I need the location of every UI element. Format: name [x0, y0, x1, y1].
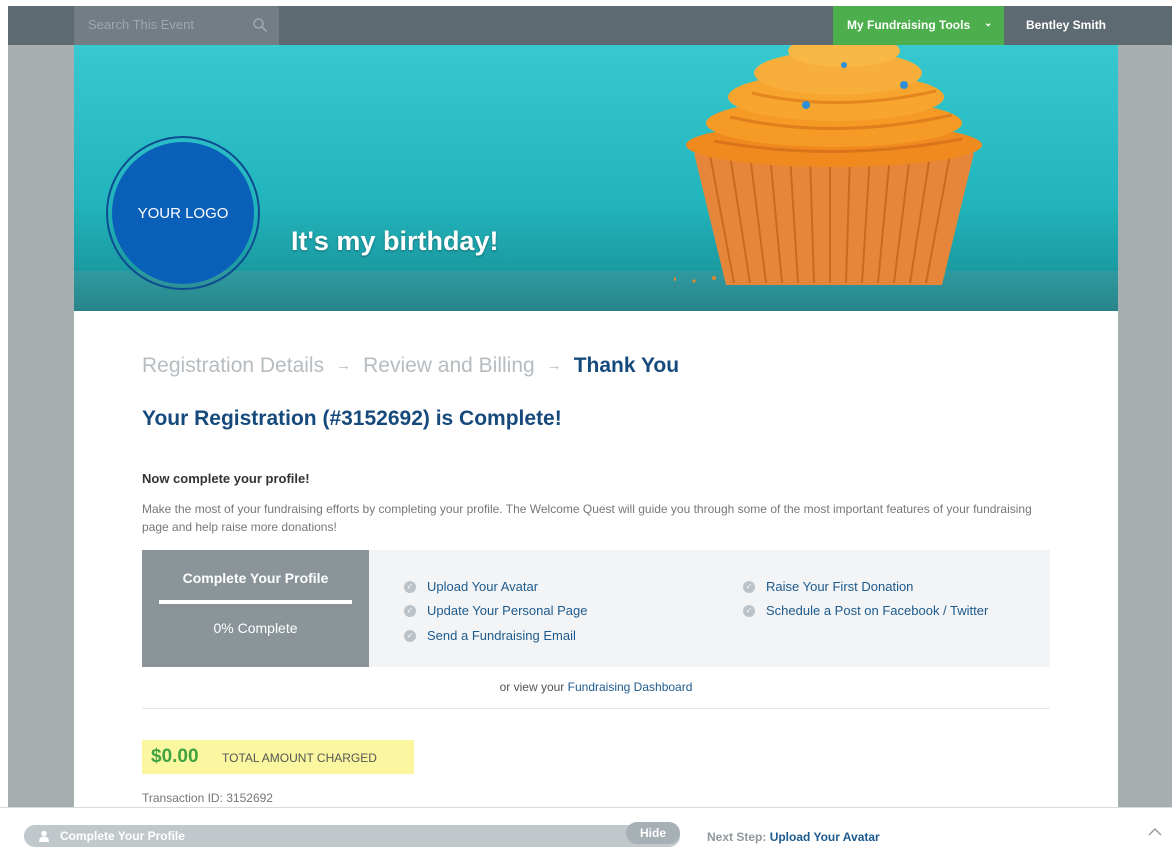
- search-icon[interactable]: [252, 17, 268, 33]
- event-logo: YOUR LOGO: [112, 142, 254, 284]
- event-title: It's my birthday!: [291, 226, 499, 256]
- task-update-personal-page[interactable]: ✓ Update Your Personal Page: [404, 603, 587, 618]
- profile-heading: Now complete your profile!: [142, 471, 310, 486]
- main-content: YOUR LOGO It's my birthday! Registration…: [74, 45, 1118, 857]
- step-thank-you: Thank You: [573, 354, 680, 377]
- task-label: Upload Your Avatar: [427, 579, 539, 594]
- step-registration-details: Registration Details: [142, 354, 325, 377]
- next-step: Next Step: Upload Your Avatar: [707, 830, 880, 844]
- quest-title: Complete Your Profile: [182, 570, 329, 586]
- dashboard-prefix: or view your: [499, 680, 565, 694]
- task-upload-avatar[interactable]: ✓ Upload Your Avatar: [404, 579, 538, 594]
- task-label: Send a Fundraising Email: [427, 628, 576, 643]
- tools-label: My Fundraising Tools: [847, 18, 971, 32]
- profile-description: Make the most of your fundraising effort…: [142, 502, 1032, 534]
- complete-profile-pill[interactable]: Complete Your Profile: [24, 825, 680, 847]
- dashboard-link-line: or view your Fundraising Dashboard: [74, 680, 1118, 694]
- total-label: TOTAL AMOUNT CHARGED: [222, 751, 377, 765]
- registration-steps: Registration Details → Review and Billing →…: [142, 354, 679, 378]
- quest-progress-label: 0% Complete: [213, 620, 298, 636]
- section-divider: [142, 708, 1050, 709]
- quest-progress-bar: [159, 600, 352, 604]
- quest-progress-card[interactable]: Complete Your Profile 0% Complete: [142, 550, 369, 667]
- my-fundraising-tools-button[interactable]: My Fundraising Tools ⌄: [833, 6, 1004, 45]
- top-navigation-bar: Search This Event My Fundraising Tools ⌄…: [8, 6, 1172, 45]
- task-label: Update Your Personal Page: [427, 603, 588, 618]
- fundraising-dashboard-link[interactable]: Fundraising Dashboard: [568, 680, 693, 694]
- task-schedule-social-post[interactable]: ✓ Schedule a Post on Facebook / Twitter: [743, 603, 988, 618]
- checkmark-icon: ✓: [404, 604, 416, 617]
- logo-text: YOUR LOGO: [137, 205, 229, 222]
- transaction-id: Transaction ID: 3152692: [142, 791, 273, 805]
- registration-complete-title: Your Registration (#3152692) is Complete…: [142, 407, 562, 430]
- checkmark-icon: ✓: [404, 580, 416, 593]
- total-charged-badge: $0.00 TOTAL AMOUNT CHARGED: [142, 740, 414, 774]
- welcome-quest-panel: Complete Your Profile 0% Complete ✓ Uploa…: [142, 550, 1050, 667]
- event-banner: YOUR LOGO It's my birthday!: [74, 45, 1118, 311]
- step-review-and-billing: Review and Billing: [363, 354, 535, 377]
- search-input[interactable]: Search This Event: [74, 6, 279, 45]
- user-menu[interactable]: Bentley Smith: [1026, 18, 1106, 32]
- next-step-prefix: Next Step:: [707, 830, 767, 844]
- task-label: Schedule a Post on Facebook / Twitter: [766, 603, 989, 618]
- hide-button[interactable]: Hide: [626, 822, 680, 844]
- quest-bottom-bar: Complete Your Profile Hide Next Step: Up…: [0, 807, 1172, 857]
- task-label: Raise Your First Donation: [766, 579, 914, 594]
- arrow-right-icon: →: [546, 357, 562, 374]
- checkmark-icon: ✓: [404, 629, 416, 642]
- task-raise-first-donation[interactable]: ✓ Raise Your First Donation: [743, 579, 913, 594]
- next-step-link[interactable]: Upload Your Avatar: [770, 830, 880, 844]
- arrow-right-icon: →: [336, 357, 352, 374]
- browser-viewport: Search This Event My Fundraising Tools ⌄…: [8, 6, 1172, 857]
- pill-label: Complete Your Profile: [60, 829, 185, 843]
- checkmark-icon: ✓: [743, 580, 755, 593]
- task-send-fundraising-email[interactable]: ✓ Send a Fundraising Email: [404, 628, 576, 643]
- chevron-up-icon[interactable]: [1148, 827, 1162, 837]
- cupcake-image: [674, 45, 982, 285]
- checkmark-icon: ✓: [743, 604, 755, 617]
- chevron-down-icon: ⌄: [984, 18, 993, 29]
- search-placeholder: Search This Event: [88, 17, 194, 32]
- user-icon: [39, 830, 49, 842]
- total-amount: $0.00: [151, 746, 199, 767]
